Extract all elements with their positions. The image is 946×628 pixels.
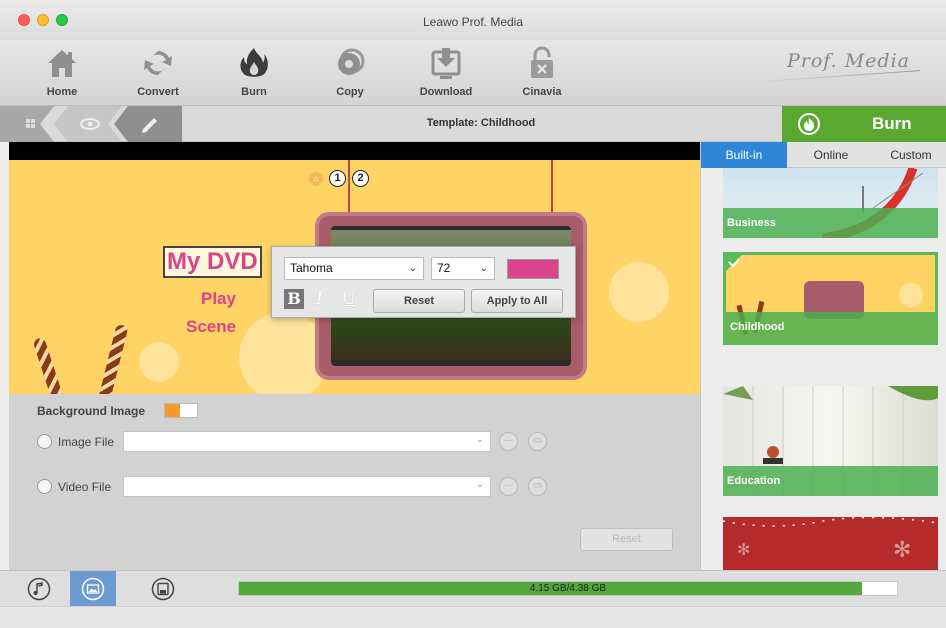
toolbar-home-label: Home [46,86,78,98]
font-size-value: 72 [437,261,451,275]
toolbar-cinavia-label: Cinavia [522,86,562,98]
apply-to-all-button[interactable]: Apply to All [471,289,563,313]
template-name: Childhood [726,312,935,342]
chevron-down-icon: ⌄ [408,263,417,274]
video-file-radio[interactable] [37,479,52,494]
burn-icon [214,44,294,82]
menu-play-button[interactable]: Play [201,289,236,309]
video-file-label: Video File [58,480,112,494]
main-toolbar: Home Convert Burn Copy Download Cinavia … [0,40,946,106]
title-bar: Leawo Prof. Media [0,0,946,40]
download-icon [406,44,486,82]
toolbar-download-button[interactable]: Download [406,44,486,98]
video-file-input[interactable]: ⌄ [123,476,491,497]
template-title: Template: Childhood [426,117,536,129]
svg-text:✻: ✻ [893,538,911,563]
template-name: Education [723,466,938,496]
brand-swoosh [750,70,920,83]
font-size-select[interactable]: 72 ⌄ [431,257,495,280]
template-name: Business [723,208,938,238]
cinavia-icon [502,44,582,82]
convert-icon [118,44,198,82]
font-family-select[interactable]: Tahoma ⌄ [284,257,424,280]
brand-logo: Prof. Media [786,50,910,72]
toolbar-convert-label: Convert [137,86,179,98]
preview-top-band [9,142,700,160]
save-disk-icon [151,577,175,601]
background-image-label: Background Image [37,404,146,418]
home-icon [22,44,102,82]
template-panel: Built-in Online Custom Business Childhoo… [700,142,946,570]
chevron-down-icon: ⌄ [479,263,488,274]
decor-candy-stick [97,323,129,394]
background-settings: Background Image Image File ⌄ ··· ▭ Vide… [9,394,700,570]
disc-capacity-text: 4.15 GB/4.38 GB [529,583,607,594]
chevron-down-icon: ⌄ [475,434,484,445]
svg-text:✻: ✻ [737,540,750,559]
menu-page-2[interactable]: 2 [352,170,369,187]
font-reset-button[interactable]: Reset [373,289,465,313]
template-tile-christmas[interactable]: ✻ ✻ [723,517,938,570]
audio-tab-button[interactable] [16,571,62,607]
frame-rope-right [551,160,553,212]
music-note-icon [27,577,51,601]
decor-candy-stick [32,336,66,394]
status-bar [0,606,946,628]
image-file-label: Image File [58,435,115,449]
toolbar-burn-label: Burn [241,86,267,98]
tab-built-in[interactable]: Built-in [701,142,787,168]
template-tile-business[interactable]: Business [723,168,938,238]
template-tabs: Built-in Online Custom [701,142,946,168]
toolbar-burn-button[interactable]: Burn [214,44,294,98]
navigation-bar: Template: Childhood Burn [0,106,946,142]
frame-rope-left [348,160,350,212]
italic-button[interactable]: I [316,289,323,309]
image-tab-button[interactable] [70,571,116,607]
toolbar-home-button[interactable]: Home [22,44,102,98]
tab-online[interactable]: Online [787,142,875,168]
bottom-bar: 4.15 GB/4.38 GB [0,570,946,607]
toolbar-copy-label: Copy [336,86,364,98]
menu-page-1[interactable]: 1 [329,170,346,187]
burn-button-label: Burn [872,114,912,133]
burn-button[interactable]: Burn [782,106,946,142]
settings-reset-button[interactable]: Reset [580,528,673,551]
image-open-folder-button[interactable]: ▭ [528,432,547,451]
toolbar-convert-button[interactable]: Convert [118,44,198,98]
font-family-value: Tahoma [290,261,333,275]
decor-bubble [609,262,669,322]
window-title: Leawo Prof. Media [422,15,524,29]
menu-title-text[interactable]: My DVD [163,246,262,278]
menu-home-icon[interactable]: ⌂ [309,171,323,186]
toggle-knob [165,404,180,417]
font-color-swatch[interactable] [507,259,559,279]
burn-flame-icon [798,113,820,135]
toolbar-download-label: Download [419,86,473,98]
breadcrumb-edit-step[interactable] [110,106,182,142]
copy-icon [310,44,390,82]
background-image-toggle[interactable] [164,403,198,418]
chevron-down-icon: ⌄ [475,479,484,490]
menu-page-pager: ⌂ 1 2 [309,170,369,187]
toolbar-copy-button[interactable]: Copy [310,44,390,98]
disc-type-button[interactable] [140,571,186,607]
toolbar-cinavia-button[interactable]: Cinavia [502,44,582,98]
tab-custom[interactable]: Custom [875,142,946,168]
underline-button[interactable]: U [342,289,355,308]
video-browse-more-button[interactable]: ··· [499,477,518,496]
menu-scene-button[interactable]: Scene [186,317,236,337]
image-file-radio[interactable] [37,434,52,449]
text-format-popup: Tahoma ⌄ 72 ⌄ B I U Reset Apply to All [271,246,576,318]
template-tile-education[interactable]: Education [723,386,938,496]
video-open-folder-button[interactable]: ▭ [528,477,547,496]
template-tile-childhood[interactable]: Childhood [723,252,938,345]
breadcrumb-menu-step[interactable] [0,106,60,142]
decor-bubble [139,342,179,382]
bold-button[interactable]: B [284,289,304,309]
image-browse-more-button[interactable]: ··· [499,432,518,451]
image-icon [81,577,105,601]
image-file-input[interactable]: ⌄ [123,431,491,452]
disc-capacity-bar: 4.15 GB/4.38 GB [238,581,898,596]
